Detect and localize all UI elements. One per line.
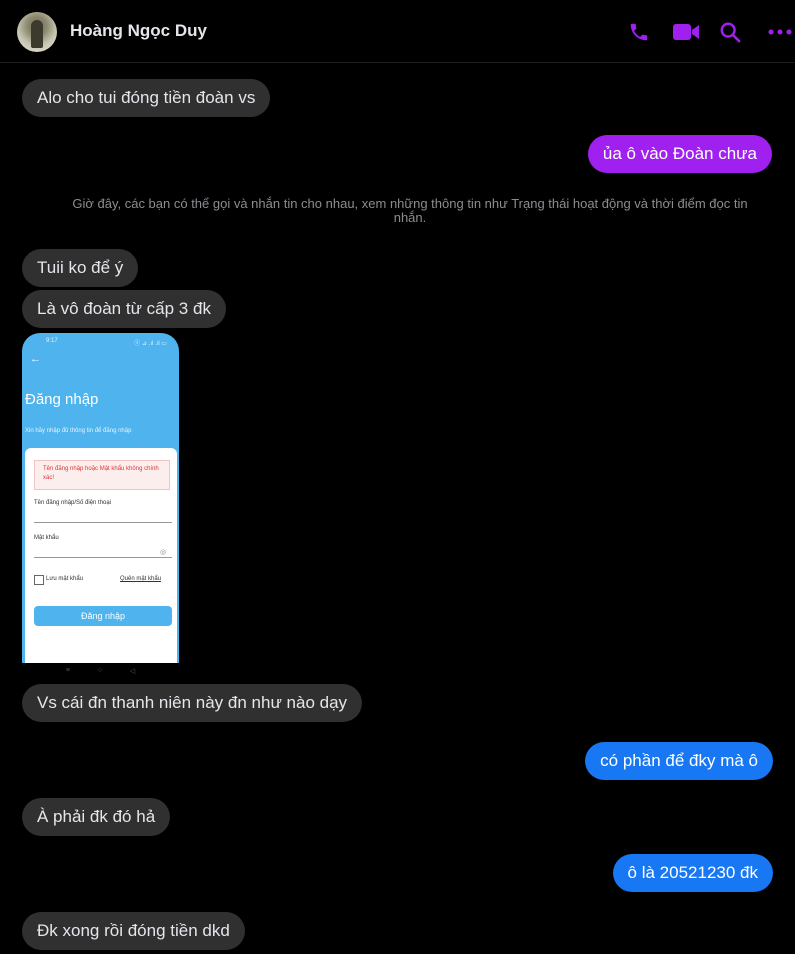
avatar-figure (31, 20, 43, 48)
image-attachment[interactable]: 9:17 ⓢ ⊿ .ıl .ıl ▭ ← Đăng nhập Xin hãy n… (22, 333, 179, 678)
attachment-navbar: ≡ ○ ◁ (22, 663, 179, 678)
outgoing-message[interactable]: ủa ô vào Đoàn chưa (587, 135, 772, 173)
attachment-checkbox (34, 575, 44, 585)
avatar[interactable] (17, 12, 57, 52)
chat-header: Hoàng Ngọc Duy (0, 0, 795, 63)
video-camera-icon[interactable] (672, 20, 700, 44)
back-arrow-icon: ← (30, 353, 41, 365)
incoming-message[interactable]: À phải đk đó hả (22, 798, 171, 836)
attachment-header: 9:17 ⓢ ⊿ .ıl .ıl ▭ ← Đăng nhập Xin hãy n… (22, 333, 179, 448)
attachment-forgot-link: Quên mật khẩu (120, 576, 162, 582)
incoming-message[interactable]: Vs cái đn thanh niên này đn như nào dạy (22, 684, 363, 722)
attachment-login-subtitle: Xin hãy nhập đủ thông tin để đăng nhập (25, 428, 132, 434)
incoming-message[interactable]: Là vô đoàn từ cấp 3 đk (22, 290, 226, 328)
contact-name[interactable]: Hoàng Ngọc Duy (70, 21, 207, 41)
attachment-status-icons: ⓢ ⊿ .ıl .ıl ▭ (134, 341, 167, 347)
attachment-password-line (34, 557, 172, 558)
attachment-status-time: 9:17 (46, 338, 58, 344)
attachment-form: Tên đăng nhập hoặc Mật khẩu không chính … (22, 448, 179, 663)
incoming-message[interactable]: Tuii ko để ý (22, 249, 139, 287)
attachment-form-card: Tên đăng nhập hoặc Mật khẩu không chính … (25, 448, 177, 663)
attachment-password-label: Mật khẩu (34, 535, 59, 541)
system-note: Giờ đây, các bạn có thể gọi và nhắn tin … (72, 196, 748, 225)
outgoing-message[interactable]: ô là 20521230 đk (612, 854, 773, 892)
attachment-remember-label: Lưu mật khẩu (46, 576, 84, 582)
eye-icon: ◎ (160, 549, 167, 556)
outgoing-message[interactable]: có phần để đky mà ô (585, 742, 773, 780)
attachment-error-box: Tên đăng nhập hoặc Mật khẩu không chính … (34, 460, 170, 490)
attachment-username-label: Tên đăng nhập/Số điện thoại (34, 500, 112, 506)
search-icon[interactable] (718, 20, 742, 44)
menu-icon: ≡ (65, 667, 70, 674)
attachment-username-line (34, 522, 172, 523)
more-options-icon[interactable] (767, 20, 793, 44)
incoming-message[interactable]: Alo cho tui đóng tiền đoàn vs (22, 79, 271, 117)
phone-icon[interactable] (627, 20, 651, 44)
incoming-message[interactable]: Đk xong rồi đóng tiền dkd (22, 912, 245, 950)
attachment-login-title: Đăng nhập (25, 391, 99, 408)
home-icon: ○ (97, 667, 102, 674)
back-icon: ◁ (129, 667, 136, 675)
attachment-login-button: Đăng nhập (34, 606, 172, 626)
